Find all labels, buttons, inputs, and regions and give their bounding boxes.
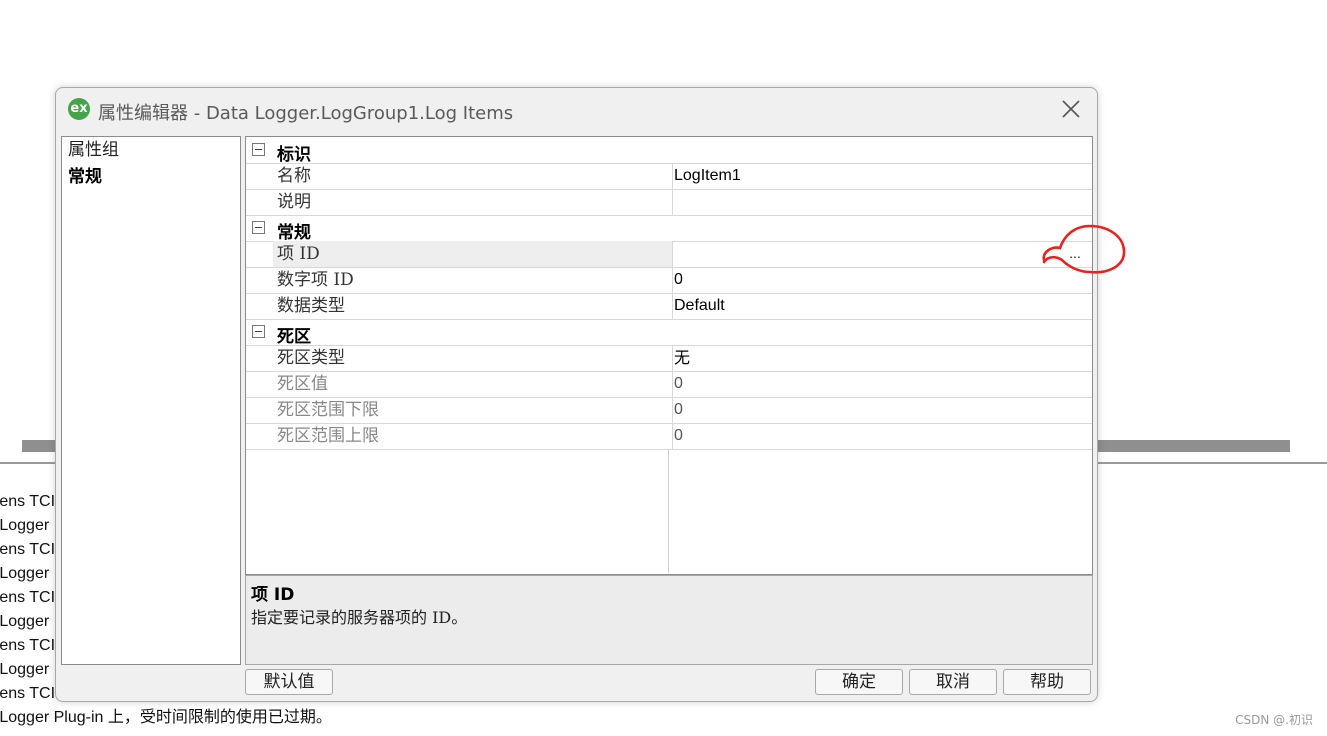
watermark: CSDN @.初识 — [1235, 713, 1313, 727]
background-scrollbar-right — [1096, 440, 1290, 452]
property-value[interactable]: Default — [674, 293, 725, 319]
property-group-list: 属性组 常规 — [61, 136, 241, 665]
browse-button[interactable]: ... — [1064, 245, 1086, 263]
log-line: a Logger Plug-in 上，受时间限制的使用已过期。 — [0, 709, 332, 726]
close-icon — [1062, 100, 1080, 118]
property-value[interactable]: 0 — [674, 423, 683, 449]
property-row-deadband-high[interactable]: 死区范围上限 0 — [246, 423, 1092, 450]
property-value[interactable]: LogItem1 — [674, 163, 741, 189]
collapse-icon[interactable] — [252, 325, 265, 338]
category-label: 常规 — [277, 223, 311, 243]
ok-button[interactable]: 确定 — [815, 669, 903, 695]
property-name: 名称 — [273, 163, 673, 189]
help-button[interactable]: 帮助 — [1003, 669, 1091, 695]
cancel-button[interactable]: 取消 — [909, 669, 997, 695]
dialog-title: 属性编辑器 - Data Logger.LogGroup1.Log Items — [98, 103, 514, 124]
property-name: 死区范围上限 — [273, 423, 673, 449]
column-divider[interactable] — [668, 449, 669, 573]
description-panel: 项 ID 指定要记录的服务器项的 ID。 — [245, 575, 1093, 665]
property-row-description[interactable]: 说明 — [246, 189, 1092, 216]
property-editor-dialog: ex 属性编辑器 - Data Logger.LogGroup1.Log Ite… — [55, 87, 1098, 702]
description-title: 项 ID — [251, 585, 295, 605]
property-value[interactable]: 0 — [674, 371, 683, 397]
property-grid: 标识 名称 LogItem1 说明 常规 项 ID ... 数字项 ID 0 数… — [245, 136, 1093, 575]
property-name: 说明 — [273, 189, 673, 215]
property-value[interactable]: 0 — [674, 267, 683, 293]
property-value[interactable]: 无 — [674, 345, 690, 371]
property-name: 数据类型 — [273, 293, 673, 319]
property-row-deadband-type[interactable]: 死区类型 无 — [246, 345, 1092, 372]
collapse-icon[interactable] — [252, 221, 265, 234]
category-identity[interactable]: 标识 — [246, 137, 1092, 165]
app-icon: ex — [68, 98, 90, 120]
collapse-icon[interactable] — [252, 143, 265, 156]
close-button[interactable] — [1059, 97, 1083, 121]
property-name: 项 ID — [273, 241, 673, 267]
category-general[interactable]: 常规 — [246, 215, 1092, 243]
property-row-numeric-item-id[interactable]: 数字项 ID 0 — [246, 267, 1092, 294]
property-name: 数字项 ID — [273, 267, 673, 293]
property-row-name[interactable]: 名称 LogItem1 — [246, 163, 1092, 190]
property-row-deadband-low[interactable]: 死区范围下限 0 — [246, 397, 1092, 424]
category-label: 死区 — [277, 327, 311, 347]
title-bar[interactable]: ex 属性编辑器 - Data Logger.LogGroup1.Log Ite… — [56, 88, 1097, 132]
property-row-deadband-value[interactable]: 死区值 0 — [246, 371, 1092, 398]
category-deadband[interactable]: 死区 — [246, 319, 1092, 347]
property-name: 死区范围下限 — [273, 397, 673, 423]
property-group-header[interactable]: 属性组 — [62, 137, 240, 164]
description-body: 指定要记录的服务器项的 ID。 — [251, 608, 468, 627]
property-value[interactable]: 0 — [674, 397, 683, 423]
property-row-data-type[interactable]: 数据类型 Default — [246, 293, 1092, 320]
defaults-button[interactable]: 默认值 — [245, 669, 333, 695]
property-row-item-id[interactable]: 项 ID ... — [246, 241, 1092, 268]
property-group-general[interactable]: 常规 — [62, 164, 240, 191]
category-label: 标识 — [277, 145, 311, 165]
property-name: 死区类型 — [273, 345, 673, 371]
property-name: 死区值 — [273, 371, 673, 397]
